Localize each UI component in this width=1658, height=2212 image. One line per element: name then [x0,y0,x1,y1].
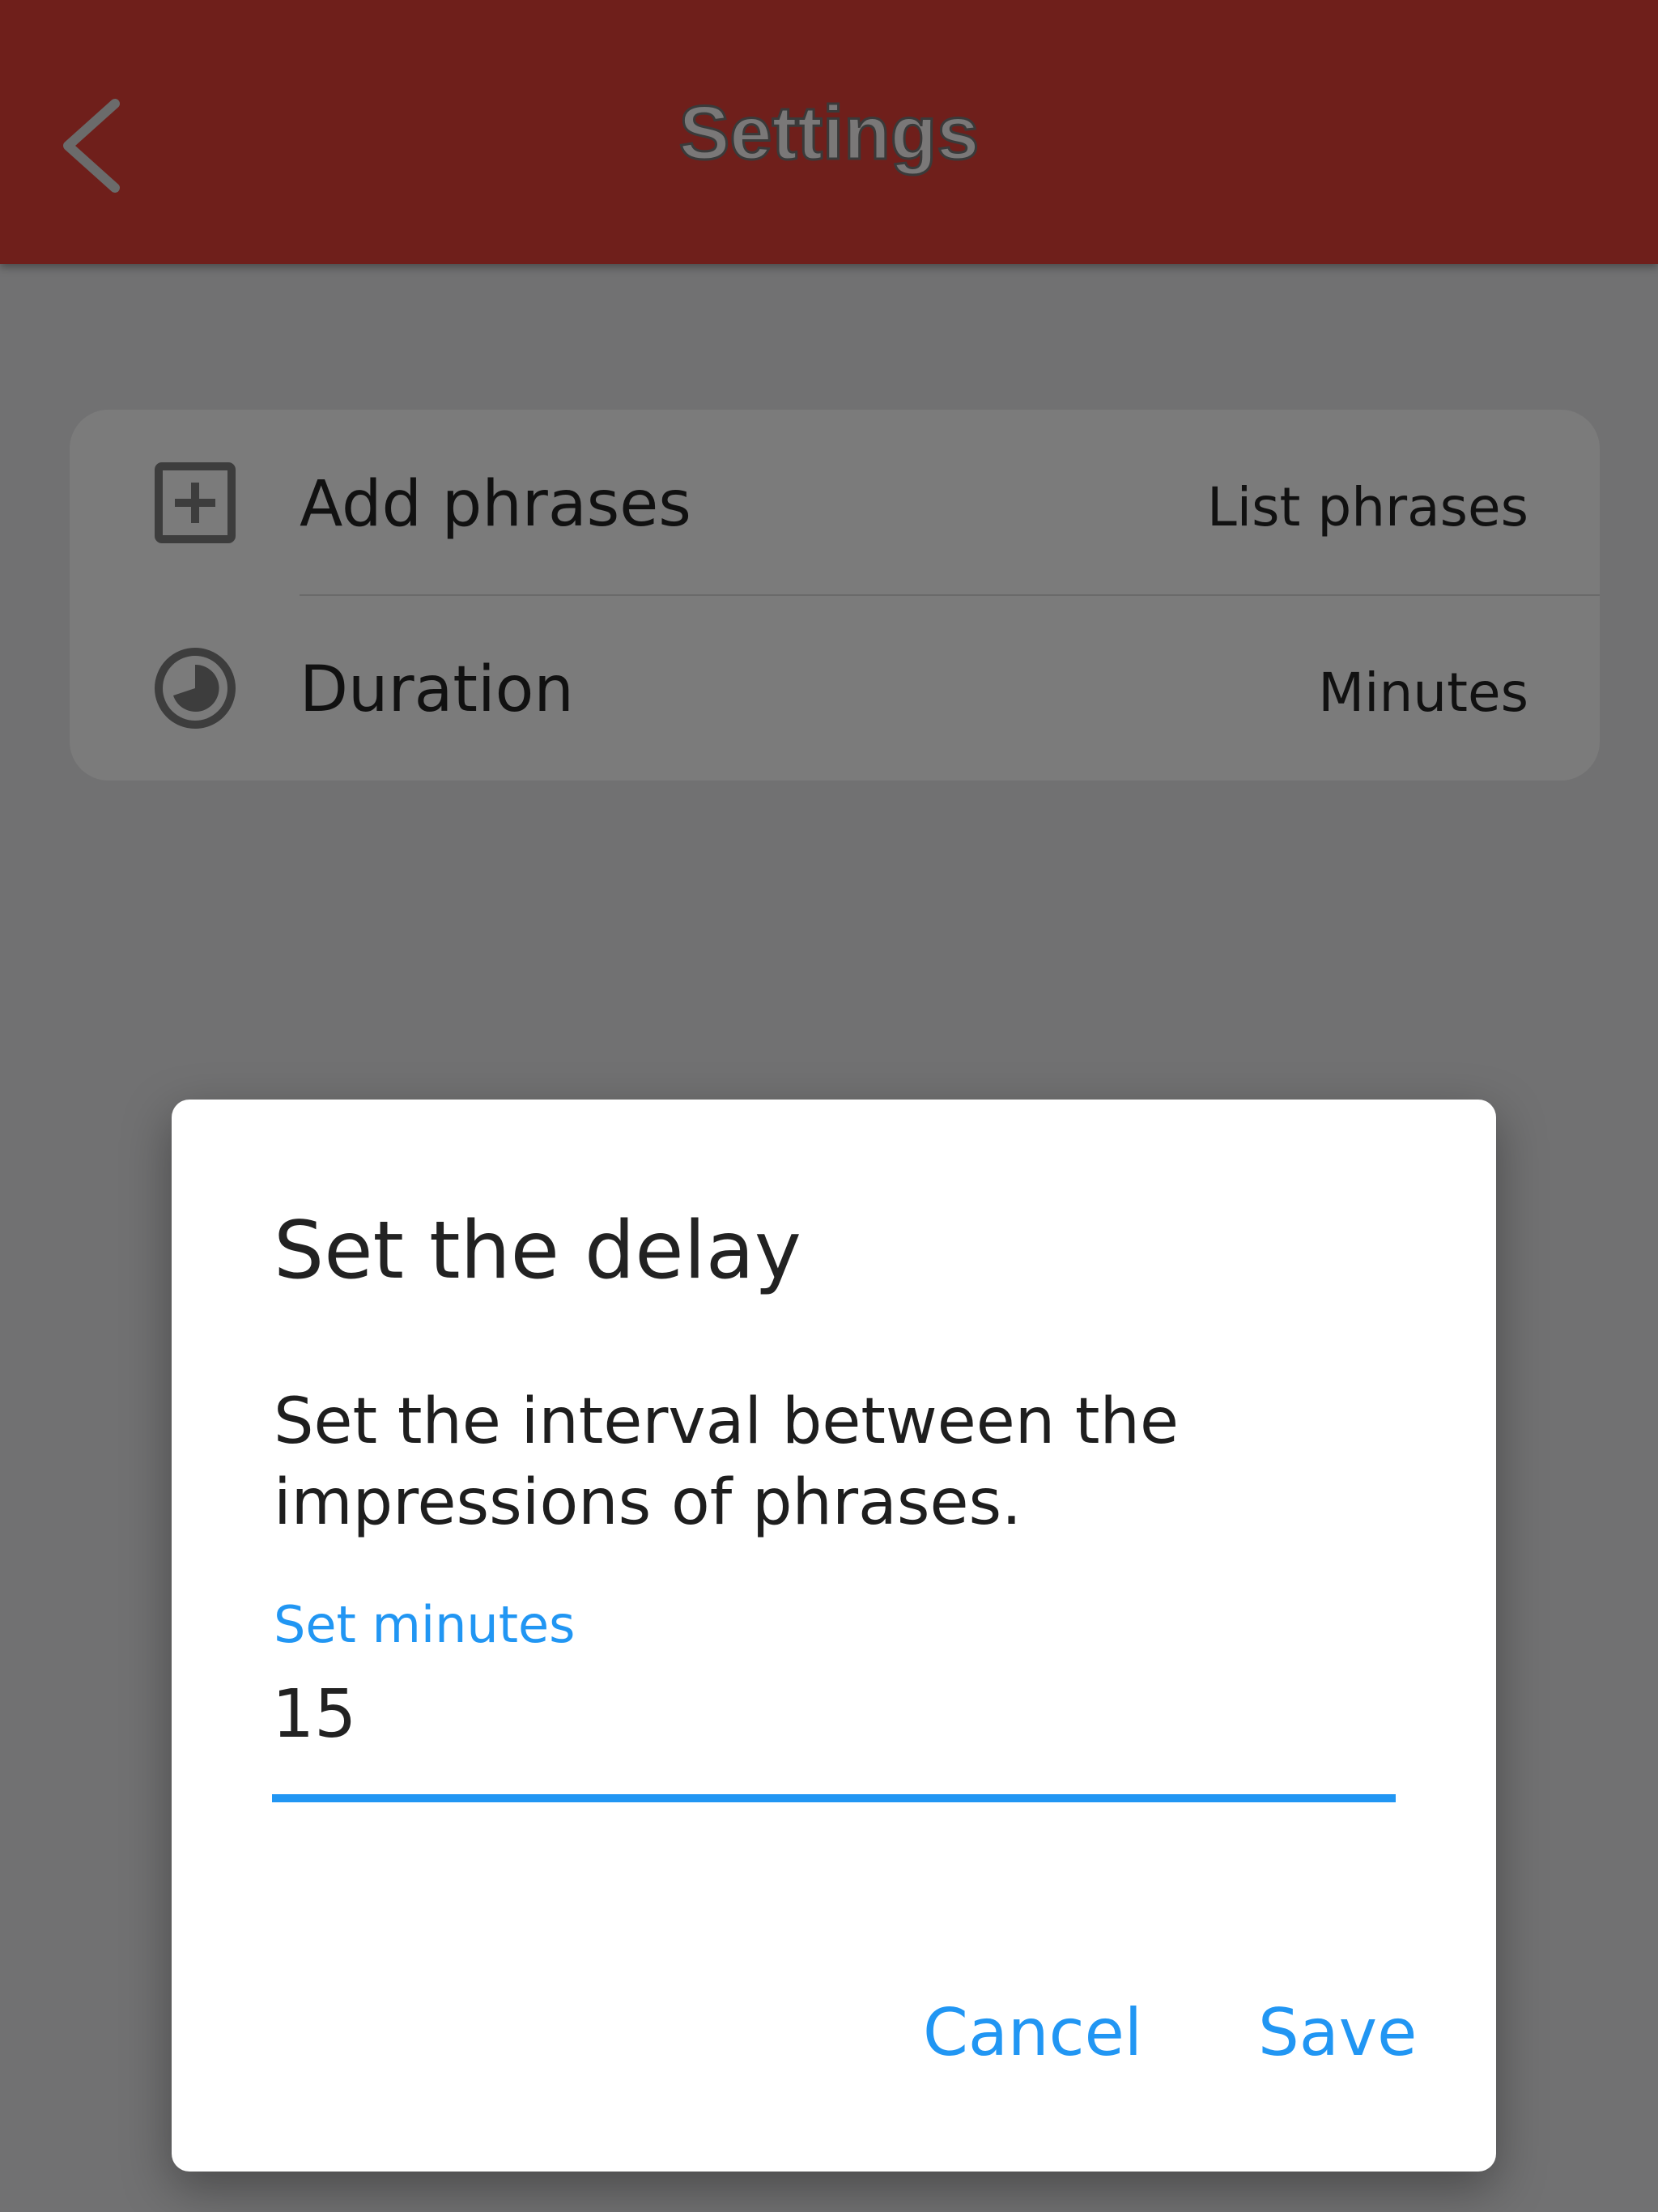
minutes-input[interactable] [272,1676,1394,1753]
dialog-message: Set the interval between the impressions… [274,1385,1179,1539]
settings-list: Add phrases List phrases Duration Minute… [70,410,1600,781]
settings-item-duration[interactable]: Duration Minutes [70,595,1600,781]
settings-item-value: Minutes [1318,661,1528,724]
app-header: Settings [0,0,1658,264]
dialog-title: Set the delay [274,1205,801,1297]
minutes-input-label: Set minutes [274,1595,576,1654]
settings-item-label: Duration [300,653,574,726]
add-box-icon [155,462,236,543]
timelapse-icon [155,648,236,729]
delay-dialog: Set the delay Set the interval between t… [172,1100,1496,2172]
page-title: Settings [678,89,980,177]
cancel-button[interactable]: Cancel [923,1995,1142,2070]
input-underline [272,1794,1396,1802]
settings-item-label: Add phrases [300,468,691,541]
settings-item-add-phrases[interactable]: Add phrases List phrases [70,410,1600,596]
settings-item-value: List phrases [1206,476,1528,538]
save-button[interactable]: Save [1258,1995,1417,2070]
